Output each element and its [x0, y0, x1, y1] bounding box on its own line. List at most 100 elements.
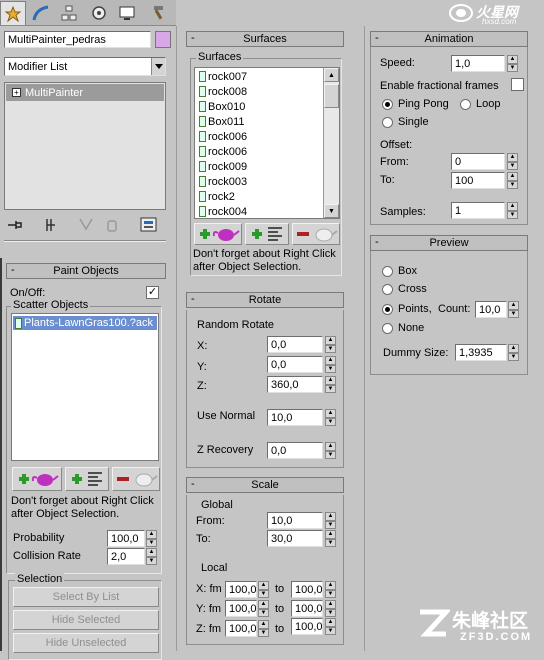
samples-field[interactable]: 1	[451, 202, 505, 219]
local-y-to-spinner[interactable]: ▲ ▼	[325, 600, 336, 617]
animation-header[interactable]: - Animation	[370, 31, 528, 47]
modify-tab[interactable]	[28, 1, 54, 25]
display-tab[interactable]	[114, 1, 140, 25]
local-z-fm-spinner[interactable]: ▲ ▼	[258, 620, 269, 637]
add-surface-button[interactable]	[194, 223, 242, 245]
create-tab[interactable]	[0, 1, 26, 25]
count-field[interactable]: 10,0	[475, 301, 507, 318]
speed-field[interactable]: 1,0	[451, 55, 505, 72]
object-color-swatch[interactable]	[155, 31, 171, 48]
rotate-y-field[interactable]: 0,0	[267, 356, 323, 373]
remove-scatter-object-button[interactable]	[112, 467, 160, 491]
collision-rate-field[interactable]: 2,0	[107, 548, 145, 565]
fractional-frames-checkbox[interactable]	[511, 78, 524, 91]
list-item[interactable]: rock008	[196, 84, 323, 99]
local-z-to-spinner[interactable]: ▲ ▼	[325, 618, 336, 635]
rotate-z-spinner[interactable]: ▲ ▼	[325, 376, 336, 393]
probability-field[interactable]: 100,0	[107, 530, 145, 547]
scroll-thumb[interactable]	[324, 84, 339, 108]
offset-from-spinner[interactable]: ▲ ▼	[507, 153, 518, 170]
box-radio[interactable]	[382, 266, 393, 277]
local-y-fm-field[interactable]: 100,0	[225, 600, 257, 617]
add-scatter-object-button[interactable]	[12, 467, 62, 491]
list-item[interactable]: rock004	[196, 204, 323, 219]
dummy-size-spinner[interactable]: ▲ ▼	[508, 344, 519, 361]
scale-to-field[interactable]: 30,0	[267, 530, 323, 547]
local-z-to-field[interactable]: 100,0	[291, 618, 323, 635]
add-surface-from-list-button[interactable]	[245, 223, 289, 245]
points-radio[interactable]	[382, 304, 393, 315]
offset-to-spinner[interactable]: ▲ ▼	[507, 172, 518, 189]
ping-pong-radio[interactable]	[382, 99, 393, 110]
local-x-fm-spinner[interactable]: ▲ ▼	[258, 581, 269, 598]
scale-header[interactable]: - Scale	[186, 477, 344, 493]
loop-radio[interactable]	[460, 99, 471, 110]
single-radio[interactable]	[382, 117, 393, 128]
speed-spinner[interactable]: ▲ ▼	[507, 55, 518, 72]
local-x-to-field[interactable]: 100,0	[291, 581, 323, 598]
modifier-list-dropdown[interactable]: Modifier List	[4, 57, 166, 76]
scatter-objects-list[interactable]: Plants-LawnGras100.?ack	[11, 313, 159, 461]
scale-from-field[interactable]: 10,0	[267, 512, 323, 529]
paint-objects-header[interactable]: - Paint Objects	[6, 263, 166, 279]
select-by-list-button[interactable]: Select By List	[13, 587, 159, 607]
on-off-checkbox[interactable]: ✓	[146, 286, 159, 299]
local-y-to-field[interactable]: 100,0	[291, 600, 323, 617]
show-end-result-icon[interactable]	[44, 217, 58, 233]
list-item[interactable]: rock009	[196, 159, 323, 174]
list-item[interactable]: rock006	[196, 144, 323, 159]
rotate-header[interactable]: - Rotate	[186, 292, 344, 308]
remove-surface-button[interactable]	[292, 223, 340, 245]
local-x-to-spinner[interactable]: ▲ ▼	[325, 581, 336, 598]
local-z-fm-field[interactable]: 100,0	[225, 620, 257, 637]
cross-radio[interactable]	[382, 284, 393, 295]
rotate-x-field[interactable]: 0,0	[267, 336, 323, 353]
surfaces-header[interactable]: - Surfaces	[186, 31, 344, 47]
surfaces-list[interactable]: rock007 rock008 Box010 Box011 rock006 ro…	[194, 67, 340, 219]
local-y-fm-spinner[interactable]: ▲ ▼	[258, 600, 269, 617]
rotate-z-field[interactable]: 360,0	[267, 376, 323, 393]
scale-from-spinner[interactable]: ▲ ▼	[325, 512, 336, 529]
use-normal-spinner[interactable]: ▲ ▼	[325, 409, 336, 426]
configure-modifier-sets-icon[interactable]	[140, 217, 158, 233]
surfaces-scrollbar[interactable]: ▲ ▼	[323, 68, 339, 218]
z-recovery-spinner[interactable]: ▲ ▼	[325, 442, 336, 459]
samples-spinner[interactable]: ▲ ▼	[507, 202, 518, 219]
list-item[interactable]: Box011	[196, 114, 323, 129]
preview-header[interactable]: - Preview	[370, 235, 528, 251]
pin-stack-icon[interactable]	[6, 218, 24, 232]
make-unique-icon[interactable]	[78, 217, 94, 233]
object-name-field[interactable]: MultiPainter_pedras	[4, 31, 151, 48]
use-normal-field[interactable]: 10,0	[267, 409, 323, 426]
hierarchy-tab[interactable]	[56, 1, 82, 25]
expand-icon[interactable]: +	[12, 88, 21, 97]
scroll-up-button[interactable]: ▲	[324, 68, 339, 82]
hide-unselected-button[interactable]: Hide Unselected	[13, 633, 159, 653]
list-item[interactable]: rock2	[196, 189, 323, 204]
list-item[interactable]: rock007	[196, 69, 323, 84]
remove-modifier-icon[interactable]	[104, 217, 120, 233]
add-from-list-button[interactable]	[65, 467, 109, 491]
probability-spinner[interactable]: ▲ ▼	[146, 530, 157, 547]
rotate-x-spinner[interactable]: ▲ ▼	[325, 336, 336, 353]
utilities-tab[interactable]	[143, 1, 169, 25]
rotate-y-spinner[interactable]: ▲ ▼	[325, 356, 336, 373]
motion-tab[interactable]	[86, 1, 112, 25]
scatter-list-item[interactable]: Plants-LawnGras100.?ack	[13, 316, 157, 330]
stack-item-multipainter[interactable]: + MultiPainter	[6, 84, 164, 101]
z-recovery-field[interactable]: 0,0	[267, 442, 323, 459]
list-item[interactable]: rock003	[196, 174, 323, 189]
offset-label: Offset:	[380, 139, 413, 151]
none-radio[interactable]	[382, 323, 393, 334]
collision-rate-spinner[interactable]: ▲ ▼	[146, 548, 157, 565]
list-item[interactable]: rock006	[196, 129, 323, 144]
offset-to-field[interactable]: 100	[451, 172, 505, 189]
hide-selected-button[interactable]: Hide Selected	[13, 610, 159, 630]
list-item[interactable]: Box010	[196, 99, 323, 114]
scroll-down-button[interactable]: ▼	[324, 204, 339, 218]
offset-from-field[interactable]: 0	[451, 153, 505, 170]
dummy-size-field[interactable]: 1,3935	[455, 344, 507, 361]
scale-to-spinner[interactable]: ▲ ▼	[325, 530, 336, 547]
local-x-fm-field[interactable]: 100,0	[225, 581, 257, 598]
count-spinner[interactable]: ▲ ▼	[508, 301, 519, 318]
